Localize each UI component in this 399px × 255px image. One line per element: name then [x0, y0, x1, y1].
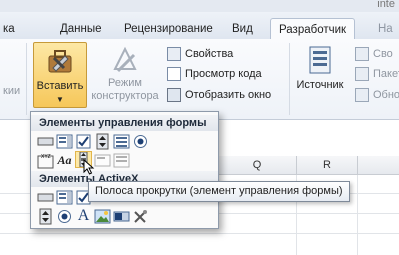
design-mode-button[interactable]: Режим конструктора [88, 45, 162, 109]
source-button[interactable]: Источник [293, 45, 347, 109]
map-properties-icon [355, 47, 369, 62]
option-glyph [134, 135, 147, 148]
properties-icon [167, 47, 181, 62]
combo-box-icon[interactable] [56, 133, 73, 150]
view-code-label: Просмотр кода [185, 68, 262, 80]
activex-spin-button-icon[interactable] [37, 208, 54, 225]
activex-option-glyph [58, 210, 71, 223]
properties-button[interactable]: Свойства [167, 45, 233, 63]
expansion-packs-button[interactable]: Пакет [355, 65, 399, 83]
source-icon [309, 46, 331, 74]
ribbon: кии Вставить ▼ Режим конструктора Свойст… [0, 39, 399, 120]
map-properties-label: Сво [373, 48, 393, 60]
column-header-next[interactable] [358, 156, 399, 175]
text-field-icon [94, 152, 111, 169]
expansion-packs-icon [355, 67, 369, 82]
checkbox-control-icon[interactable] [75, 133, 92, 150]
mouse-pointer-icon [83, 159, 95, 175]
label-control-icon[interactable]: Aa [56, 152, 73, 169]
image-glyph [94, 209, 111, 224]
activex-toggle-button-icon[interactable] [113, 208, 130, 225]
design-mode-label-2: конструктора [91, 90, 159, 102]
show-window-button[interactable]: Отобразить окно [167, 86, 271, 104]
refresh-data-button[interactable]: Обно [355, 86, 399, 104]
properties-label: Свойства [185, 48, 234, 60]
combo-box-glyph [56, 134, 73, 149]
tab-review[interactable]: Рецензирование [124, 20, 213, 39]
toolbox-icon [48, 50, 72, 73]
show-window-icon [167, 88, 181, 103]
group-box-icon[interactable]: XYZ [37, 152, 54, 169]
group-box-glyph: XYZ [37, 154, 54, 169]
combo-list-edit-icon [113, 152, 130, 169]
ribbon-left-fragment: кии [3, 85, 21, 97]
design-mode-label-1: Режим [108, 77, 142, 89]
list-box-glyph [113, 134, 130, 149]
checkbox-glyph [76, 134, 91, 149]
show-window-label: Отобразить окно [185, 89, 272, 101]
spin-glyph [96, 133, 109, 150]
toggle-glyph [113, 211, 130, 222]
tab-partial-left[interactable]: ка [3, 20, 15, 39]
group-separator [289, 43, 290, 115]
insert-button-label: Вставить [36, 80, 84, 92]
spin-button-icon[interactable] [94, 133, 111, 150]
ribbon-tabs: ка Данные Рецензирование Вид Разработчик… [0, 12, 399, 41]
activex-combo-glyph [56, 190, 73, 205]
view-code-button[interactable]: Просмотр кода [167, 65, 262, 83]
button-control-icon[interactable] [37, 133, 54, 150]
activex-combo-box-icon[interactable] [56, 189, 73, 206]
more-controls-glyph [134, 210, 147, 223]
text-field-glyph [94, 154, 111, 167]
tab-view[interactable]: Вид [232, 20, 253, 39]
design-mode-icon [113, 46, 137, 73]
refresh-data-icon [355, 88, 369, 103]
option-button-icon[interactable] [132, 133, 149, 150]
combo-list-edit-glyph [113, 153, 130, 168]
tab-partial-right[interactable]: На [378, 20, 393, 39]
map-properties-button[interactable]: Сво [355, 45, 393, 63]
tab-data[interactable]: Данные [60, 20, 102, 39]
activex-spin-glyph [39, 208, 52, 225]
insert-controls-dropdown: Элементы управления формы XYZ Aa Элемент… [30, 111, 219, 229]
source-label: Источник [296, 79, 344, 91]
window-title: inte [377, 0, 395, 10]
activex-option-button-icon[interactable] [56, 208, 73, 225]
column-header-q[interactable]: Q [218, 156, 297, 175]
grid-line [357, 175, 358, 255]
title-bar: inte [0, 0, 399, 12]
group-separator [26, 43, 27, 115]
chevron-down-icon: ▼ [56, 95, 64, 104]
scroll-bar-tooltip: Полоса прокрутки (элемент управления фор… [88, 181, 350, 202]
button-control-glyph [37, 137, 54, 146]
column-header-r[interactable]: R [297, 156, 358, 175]
refresh-data-label: Обно [373, 89, 399, 101]
grid-line [0, 233, 399, 234]
list-box-icon[interactable] [113, 133, 130, 150]
activex-button-icon[interactable] [37, 189, 54, 206]
tab-developer[interactable]: Разработчик [270, 18, 356, 41]
more-controls-icon[interactable] [132, 208, 149, 225]
activex-button-glyph [37, 193, 54, 202]
view-code-icon [167, 67, 181, 82]
activex-label-icon[interactable]: A [75, 207, 92, 224]
insert-button[interactable]: Вставить ▼ [33, 42, 87, 108]
activex-image-icon[interactable] [94, 208, 111, 225]
expansion-packs-label: Пакет [373, 68, 399, 80]
group-box-xyz: XYZ [41, 154, 51, 160]
form-controls-heading: Элементы управления формы [31, 115, 218, 131]
